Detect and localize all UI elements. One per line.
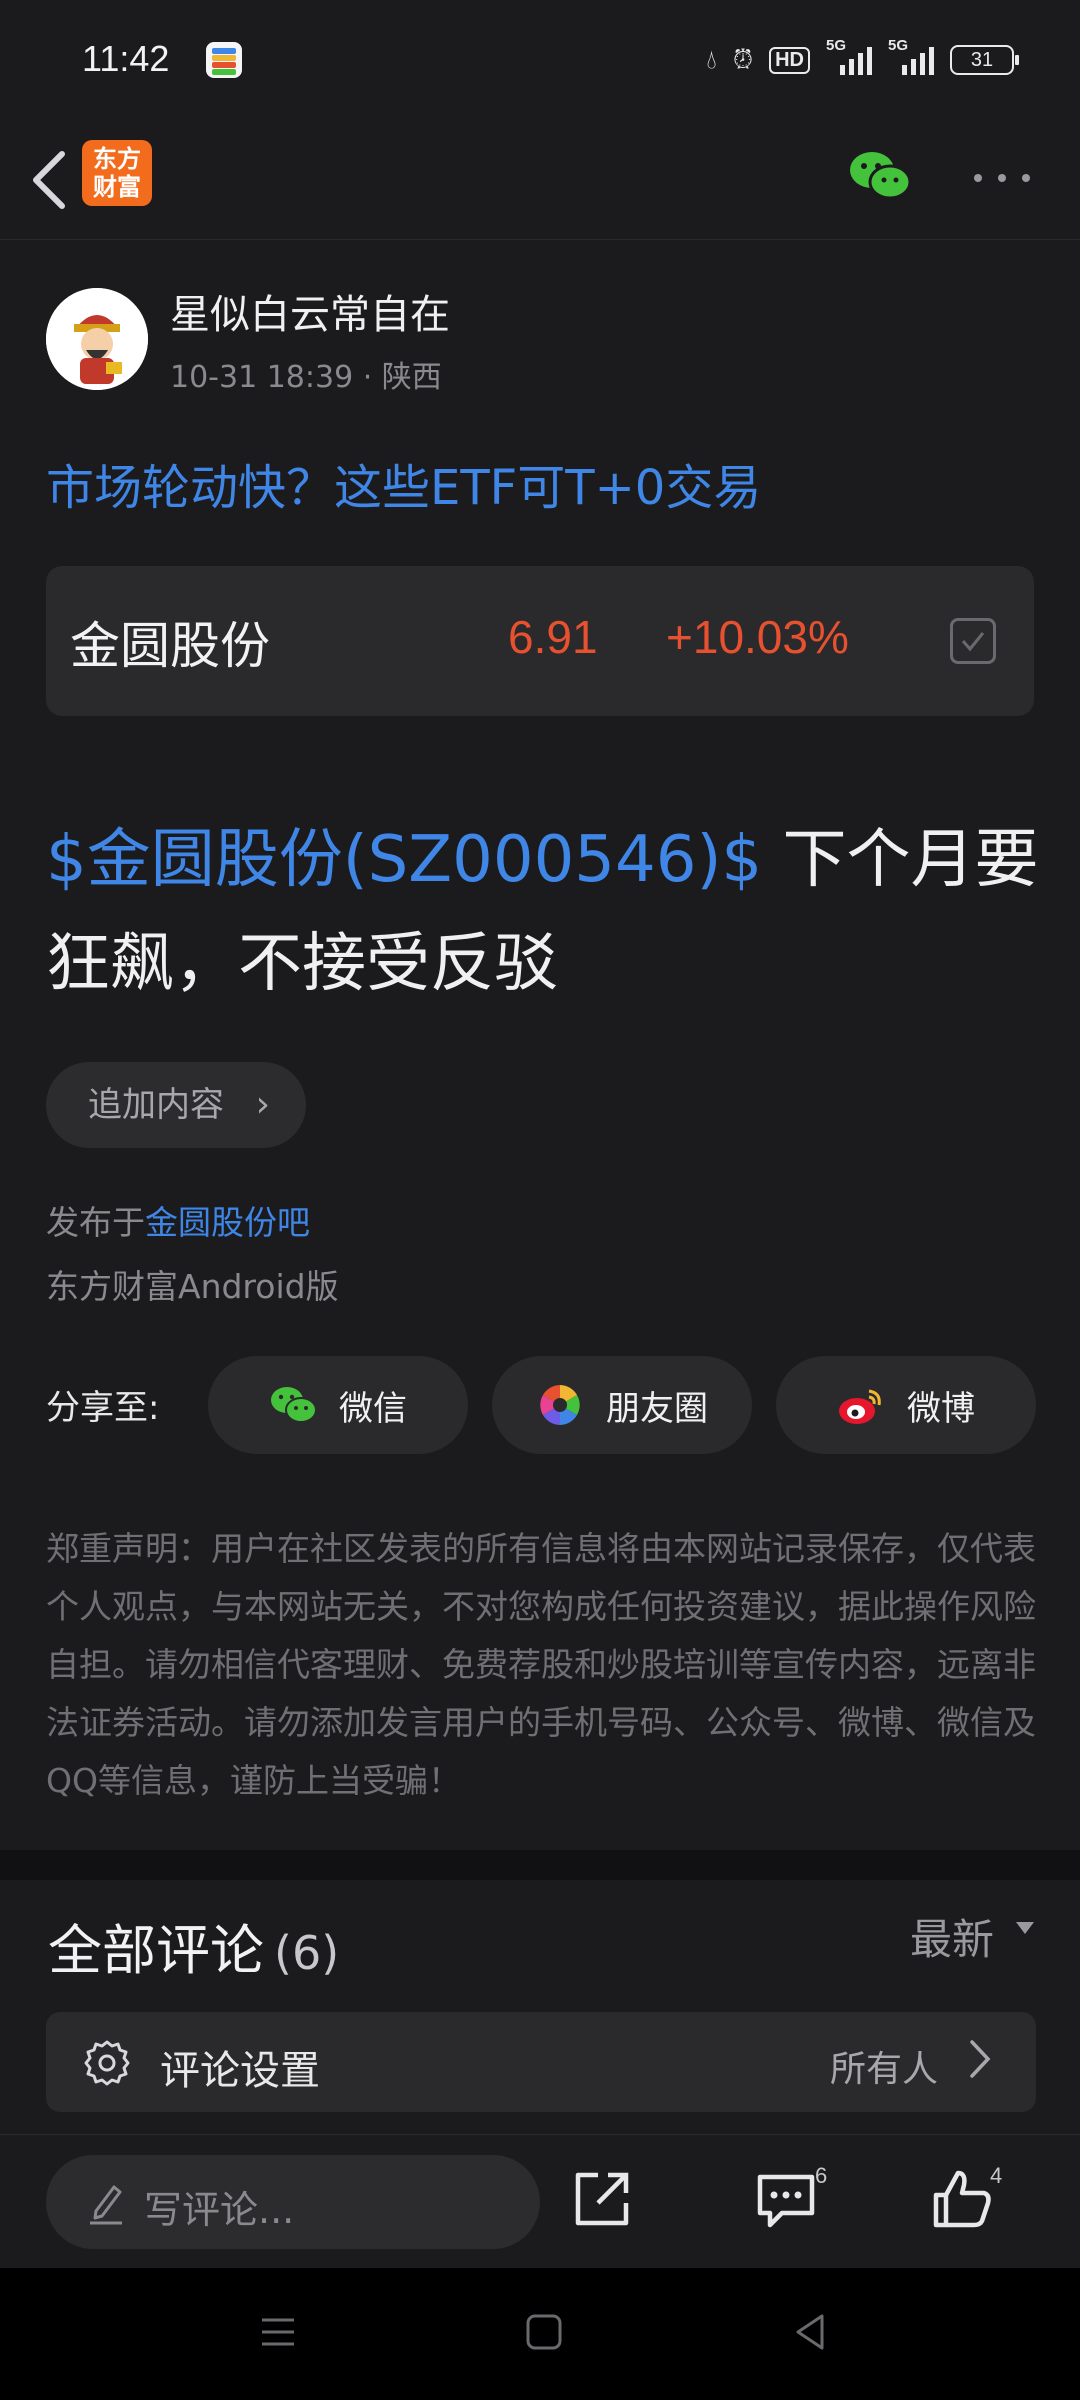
comment-count-badge: 6 xyxy=(815,2163,828,2188)
hd-voice-icon: HD xyxy=(769,46,810,74)
caret-down-icon[interactable] xyxy=(1016,1922,1034,1934)
signal-icon-2: 5G xyxy=(888,37,934,75)
share-wechat-button[interactable]: 微信 xyxy=(208,1356,468,1454)
comments-count: (6) xyxy=(274,1926,340,1980)
author-avatar[interactable] xyxy=(46,288,148,390)
stock-quote-card[interactable]: 金圆股份 6.91 +10.03% xyxy=(46,566,1034,716)
author-name[interactable]: 星似白云常自在 xyxy=(170,282,450,340)
publish-platform: 东方财富Android版 xyxy=(46,1267,339,1306)
comment-settings-row[interactable]: 评论设置 所有人 xyxy=(46,2012,1036,2112)
comments-sort-dropdown[interactable]: 最新 xyxy=(910,1906,994,1967)
thumbs-up-icon[interactable] xyxy=(928,2165,996,2233)
menu-icon[interactable] xyxy=(256,2310,300,2354)
moments-icon xyxy=(540,1385,580,1425)
battery-icon: 31 xyxy=(950,45,1019,75)
stock-name: 金圆股份 xyxy=(70,617,270,675)
share-icon[interactable] xyxy=(568,2165,636,2233)
post-location: · 陕西 xyxy=(362,360,442,395)
like-count-badge: 4 xyxy=(990,2163,1003,2188)
comment-settings-value: 所有人 xyxy=(830,2049,939,2090)
promo-topic-link[interactable]: 市场轮动快？这些ETF可T+0交易 xyxy=(46,448,761,518)
write-comment-input[interactable]: 写评论... xyxy=(46,2155,540,2249)
system-navigation-bar xyxy=(0,2268,1080,2400)
top-nav-bar: 东方 财富 xyxy=(0,120,1080,240)
share-moments-button[interactable]: 朋友圈 xyxy=(492,1356,752,1454)
chevron-right-icon: › xyxy=(255,1084,270,1125)
wechat-icon xyxy=(271,1387,317,1423)
comment-icon[interactable] xyxy=(752,2165,820,2233)
pencil-icon xyxy=(90,2185,122,2225)
append-content-button[interactable]: 追加内容 › xyxy=(46,1062,306,1148)
comment-settings-label: 评论设置 xyxy=(160,2048,320,2094)
signal-icon-1: 5G xyxy=(826,37,872,75)
stock-change-percent: +10.03% xyxy=(666,611,849,663)
weibo-icon xyxy=(839,1389,881,1424)
section-divider xyxy=(0,1850,1080,1880)
water-drop-icon: 💧︎ xyxy=(706,44,717,75)
back-triangle-icon[interactable] xyxy=(788,2310,832,2354)
wallet-notification-icon xyxy=(206,42,242,78)
comments-heading: 全部评论 (6) xyxy=(48,1919,340,1982)
share-label: 分享至: xyxy=(46,1388,160,1428)
stock-tag-link[interactable]: $金圆股份(SZ000546)$ xyxy=(46,823,762,897)
wechat-share-icon[interactable] xyxy=(848,148,912,204)
gear-icon xyxy=(84,2040,130,2086)
stock-bar-link[interactable]: 金圆股份吧 xyxy=(145,1203,310,1242)
stock-price: 6.91 xyxy=(508,611,598,663)
eastmoney-logo[interactable]: 东方 财富 xyxy=(82,140,152,206)
bottom-action-bar: 写评论... 6 4 xyxy=(0,2134,1080,2268)
published-in: 发布于金圆股份吧 xyxy=(46,1203,310,1242)
post-meta: 10-31 18:39 · 陕西 xyxy=(170,352,442,396)
post-date: 10-31 18:39 xyxy=(170,360,354,395)
disclaimer-text: 郑重声明：用户在社区发表的所有信息将由本网站记录保存，仅代表个人观点，与本网站无… xyxy=(46,1529,1036,1800)
alarm-icon: ⏰︎ xyxy=(732,44,754,75)
more-options-icon[interactable] xyxy=(974,170,1030,186)
back-arrow-icon[interactable] xyxy=(24,146,84,214)
post-content: $金圆股份(SZ000546)$ 下个月要狂飙，不接受反驳 xyxy=(46,808,1046,1016)
share-weibo-button[interactable]: 微博 xyxy=(776,1356,1036,1454)
status-time: 11:42 xyxy=(82,38,170,79)
status-icons: 💧︎ ⏰︎ HD 5G 5G 31 xyxy=(706,37,1019,82)
chevron-right-icon xyxy=(970,2040,991,2078)
home-square-icon[interactable] xyxy=(522,2310,566,2354)
add-watchlist-checkbox-icon[interactable] xyxy=(950,618,996,664)
status-bar: 11:42 💧︎ ⏰︎ HD 5G 5G 31 xyxy=(0,0,1080,120)
